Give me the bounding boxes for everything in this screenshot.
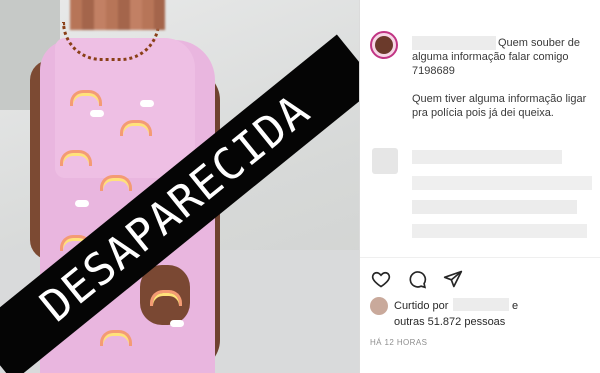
liker-avatar[interactable] — [370, 297, 388, 315]
post-photo[interactable]: DESAPARECIDA — [0, 0, 359, 373]
rainbow-print — [100, 175, 132, 191]
rainbow-print — [100, 330, 132, 346]
likes-count: outras 51.872 pessoas — [394, 316, 506, 328]
cloud-print — [170, 320, 184, 327]
likes-prefix: Curtido por — [394, 300, 449, 312]
rainbow-print — [150, 290, 182, 306]
pixelated-face — [70, 0, 165, 30]
rainbow-print — [70, 90, 102, 106]
likes-suffix: e — [512, 300, 519, 312]
comment-icon[interactable] — [406, 268, 428, 290]
caption-line: pra polícia pois já dei queixa. — [412, 107, 554, 119]
action-bar — [370, 268, 464, 290]
post-caption: Quem souber de alguma informação falar c… — [412, 36, 598, 120]
cloud-print — [90, 110, 104, 117]
blurred-comment — [412, 142, 592, 252]
caption-line: Quem souber de — [498, 37, 580, 49]
heart-icon[interactable] — [370, 268, 392, 290]
likes-summary[interactable]: Curtido por e outras 51.872 pessoas — [394, 298, 594, 330]
avatar-image — [375, 36, 393, 54]
share-icon[interactable] — [442, 268, 464, 290]
caption-phone: 7198689 — [412, 65, 455, 77]
cloud-print — [140, 100, 154, 107]
author-avatar[interactable] — [370, 31, 398, 59]
post-timestamp: HÁ 12 HORAS — [370, 338, 428, 347]
section-divider — [360, 257, 600, 258]
cloud-print — [75, 200, 89, 207]
rainbow-print — [120, 120, 152, 136]
blurred-comment-avatar — [372, 148, 398, 174]
post-side-panel: Quem souber de alguma informação falar c… — [360, 0, 600, 373]
rainbow-print — [60, 150, 92, 166]
caption-line: Quem tiver alguma informação ligar — [412, 93, 587, 105]
caption-line: alguma informação falar comigo — [412, 51, 569, 63]
